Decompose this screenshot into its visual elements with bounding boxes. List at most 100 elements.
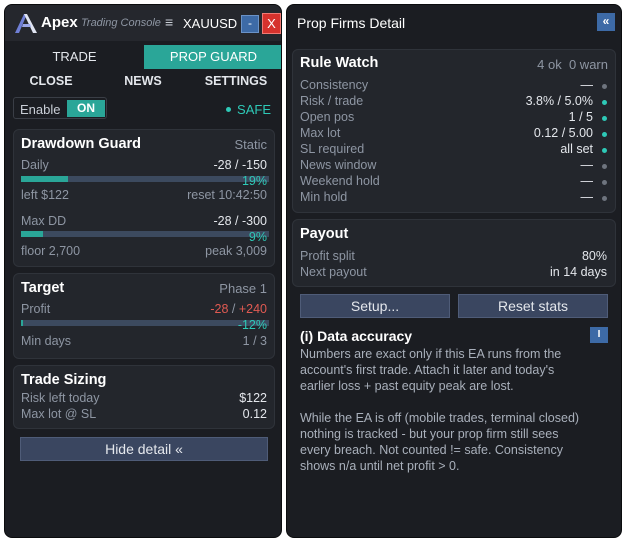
enable-toggle[interactable]: ON: [67, 100, 105, 117]
payout-card: Payout Profit split 80% Next payout in 1…: [292, 219, 616, 287]
profit-label: Profit: [21, 302, 51, 316]
rule-status-dot-icon: [602, 116, 607, 121]
max-lot-value: 0.12: [242, 407, 267, 421]
daily-value: -28 / -150: [213, 158, 267, 172]
rule-label: Max lot: [300, 126, 341, 140]
setup-button[interactable]: Setup...: [300, 294, 450, 318]
daily-percent: 19%: [241, 174, 267, 188]
tab-news[interactable]: NEWS: [97, 69, 189, 93]
rule-status-dot-icon: [602, 164, 607, 169]
title-bar[interactable]: Apex Trading Console ≡ XAUUSD - X: [5, 5, 281, 41]
close-button[interactable]: X: [262, 13, 281, 34]
daily-progress-bar: [21, 176, 269, 182]
risk-left-label: Risk left today: [21, 391, 100, 405]
status-text: SAFE: [237, 102, 271, 117]
sub-tabs: CLOSE NEWS SETTINGS: [5, 69, 281, 93]
rule-watch-card: Rule Watch 4 ok 0 warn Consistency — Risk …: [292, 49, 616, 213]
daily-left-label: left $122: [21, 188, 69, 202]
floor-label: floor 2,700: [21, 244, 81, 258]
minimize-button[interactable]: -: [241, 15, 259, 33]
rule-status-dot-icon: [602, 84, 607, 89]
maxdd-progress-fill: [21, 231, 43, 237]
tab-trade[interactable]: TRADE: [5, 45, 144, 69]
sizing-title: Trade Sizing: [21, 372, 107, 388]
min-days-value: 1 / 3: [242, 334, 267, 348]
profit-separator: /: [228, 302, 239, 316]
peak-label: peak 3,009: [205, 244, 267, 258]
rule-status-dot-icon: [602, 100, 607, 105]
max-lot-label: Max lot @ SL: [21, 407, 97, 421]
rule-status-dot-icon: [602, 132, 607, 137]
min-days-label: Min days: [21, 334, 72, 348]
drawdown-guard-card: Drawdown Guard Static Daily -28 / -150 1…: [13, 129, 275, 267]
rule-label: News window: [300, 158, 377, 172]
rule-label: Risk / trade: [300, 94, 364, 108]
hide-detail-button[interactable]: Hide detail «: [20, 437, 268, 461]
daily-progress-fill: [21, 176, 68, 182]
profit-progress-fill: [21, 320, 23, 326]
target-card: Target Phase 1 Profit -28 / +240 -12% Mi…: [13, 273, 275, 359]
app-subtitle: Trading Console: [81, 17, 161, 29]
main-tabs: TRADE PROP GUARD: [5, 45, 281, 69]
menu-icon[interactable]: ≡: [165, 14, 173, 30]
app-brand: Apex: [41, 14, 78, 31]
daily-reset-label: reset 10:42:50: [187, 188, 267, 202]
prop-guard-panel: Apex Trading Console ≡ XAUUSD - X TRADE …: [4, 4, 282, 538]
drawdown-mode: Static: [234, 137, 267, 152]
rule-value: —: [580, 78, 594, 92]
prop-firms-detail-panel: Prop Firms Detail « Rule Watch 4 ok 0 wa…: [286, 4, 622, 538]
rule-value: 1 / 5: [568, 110, 593, 124]
enable-row: Enable ON SAFE: [13, 97, 275, 121]
profit-percent: -12%: [237, 318, 267, 332]
status-badge: SAFE: [226, 102, 271, 117]
rule-label: Min hold: [300, 190, 348, 204]
rule-value: —: [580, 190, 594, 204]
rule-value: —: [580, 174, 594, 188]
detail-title: Prop Firms Detail: [297, 15, 406, 31]
maxdd-percent: 9%: [248, 230, 267, 244]
risk-left-value: $122: [239, 391, 267, 405]
rule-label: SL required: [300, 142, 365, 156]
reset-stats-button[interactable]: Reset stats: [458, 294, 608, 318]
rule-status-dot-icon: [602, 148, 607, 153]
rule-label: Open pos: [300, 110, 355, 124]
enable-label: Enable: [20, 102, 61, 117]
info-button[interactable]: I: [590, 327, 608, 343]
target-phase: Phase 1: [219, 281, 267, 296]
next-payout-value: in 14 days: [550, 265, 607, 279]
tab-close[interactable]: CLOSE: [5, 69, 97, 93]
profit-progress-bar: [21, 320, 269, 326]
rule-value: all set: [560, 142, 593, 156]
maxdd-progress-bar: [21, 231, 269, 237]
profit-target: +240: [238, 302, 267, 316]
profit-value: -28 / +240: [210, 302, 267, 316]
maxdd-label: Max DD: [21, 214, 67, 228]
profit-split-value: 80%: [581, 249, 607, 263]
trade-sizing-card: Trade Sizing Risk left today $122 Max lo…: [13, 365, 275, 429]
rule-value: —: [580, 158, 594, 172]
profit-split-label: Profit split: [300, 249, 355, 263]
accuracy-paragraph-2: While the EA is off (mobile trades, term…: [300, 411, 580, 473]
enable-control: Enable ON: [13, 97, 107, 119]
rule-label: Consistency: [300, 78, 369, 92]
drawdown-title: Drawdown Guard: [21, 136, 142, 152]
tab-settings[interactable]: SETTINGS: [189, 69, 281, 93]
data-accuracy-title: (i) Data accuracy: [300, 328, 413, 344]
daily-label: Daily: [21, 158, 49, 172]
rule-watch-title: Rule Watch: [300, 55, 379, 71]
next-payout-label: Next payout: [300, 265, 367, 279]
collapse-button[interactable]: «: [597, 13, 615, 31]
rule-status-dot-icon: [602, 196, 607, 201]
target-title: Target: [21, 280, 65, 296]
symbol-label: XAUUSD: [183, 16, 238, 31]
rule-watch-summary: 4 ok 0 warn: [537, 57, 608, 72]
apex-logo-icon: [15, 14, 37, 33]
status-dot-icon: [226, 107, 232, 113]
maxdd-value: -28 / -300: [213, 214, 267, 228]
payout-title: Payout: [300, 226, 349, 242]
accuracy-paragraph-1: Numbers are exact only if this EA runs f…: [300, 347, 562, 393]
tab-prop-guard[interactable]: PROP GUARD: [144, 45, 281, 69]
rule-value: 0.12 / 5.00: [533, 126, 593, 140]
rule-label: Weekend hold: [300, 174, 380, 188]
rule-value: 3.8% / 5.0%: [525, 94, 593, 108]
